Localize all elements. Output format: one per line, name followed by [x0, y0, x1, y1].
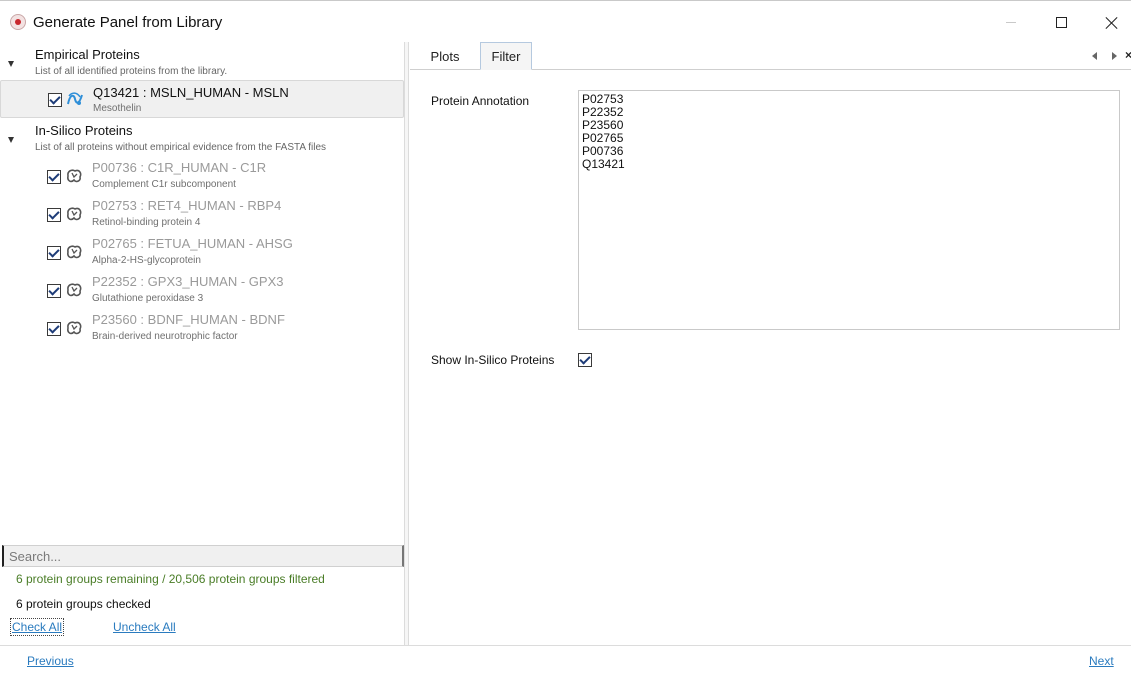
protein-item-title: P02753 : RET4_HUMAN - RBP4 — [92, 198, 282, 213]
search-input[interactable] — [2, 545, 404, 567]
protein-item-p02753[interactable]: P02753 : RET4_HUMAN - RBP4 Retinol-bindi… — [0, 196, 404, 234]
minimize-icon — [1006, 21, 1016, 23]
close-button[interactable] — [1086, 1, 1131, 43]
next-link[interactable]: Next — [1089, 654, 1114, 668]
minimize-button[interactable] — [986, 1, 1036, 43]
protein-item-p02765[interactable]: P02765 : FETUA_HUMAN - AHSG Alpha-2-HS-g… — [0, 234, 404, 272]
annotation-line: P22352 — [582, 105, 624, 119]
protein-checkbox[interactable] — [47, 208, 61, 222]
annotation-line: Q13421 — [582, 157, 625, 171]
collapse-triangle-icon[interactable] — [8, 61, 14, 67]
tab-close-icon[interactable]: × — [1125, 48, 1131, 62]
checked-status: 6 protein groups checked — [16, 597, 151, 611]
panel-splitter[interactable] — [405, 42, 409, 645]
check-all-link[interactable]: Check All — [9, 618, 65, 636]
empirical-group-subtitle: List of all identified proteins from the… — [35, 66, 228, 77]
insilico-group-subtitle: List of all proteins without empirical e… — [35, 142, 327, 153]
protein-checkbox[interactable] — [47, 170, 61, 184]
insilico-group-title: In-Silico Proteins — [35, 123, 133, 138]
tab-scroll-right-icon[interactable] — [1112, 52, 1117, 60]
insilico-protein-icon — [67, 283, 82, 297]
uncheck-all-link[interactable]: Uncheck All — [113, 620, 176, 634]
protein-item-description: Complement C1r subcomponent — [92, 179, 236, 190]
protein-item-p00736[interactable]: P00736 : C1R_HUMAN - C1R Complement C1r … — [0, 158, 404, 196]
title-bar: Generate Panel from Library — [0, 0, 1131, 42]
protein-item-description: Alpha-2-HS-glycoprotein — [92, 255, 201, 266]
tab-scroll-left-icon[interactable] — [1092, 52, 1097, 60]
protein-item-description: Retinol-binding protein 4 — [92, 217, 201, 228]
show-insilico-label: Show In-Silico Proteins — [431, 353, 555, 367]
insilico-protein-icon — [67, 169, 82, 183]
protein-item-title: P23560 : BDNF_HUMAN - BDNF — [92, 312, 285, 327]
annotation-line: P23560 — [582, 118, 624, 132]
protein-item-p22352[interactable]: P22352 : GPX3_HUMAN - GPX3 Glutathione p… — [0, 272, 404, 310]
annotation-line: P00736 — [582, 144, 624, 158]
details-panel: Plots Filter × Protein Annotation P02753… — [410, 42, 1131, 645]
protein-list-panel: Empirical Proteins List of all identifie… — [0, 42, 405, 645]
collapse-triangle-icon[interactable] — [8, 137, 14, 143]
protein-item-p23560[interactable]: P23560 : BDNF_HUMAN - BDNF Brain-derived… — [0, 310, 404, 348]
insilico-protein-icon — [67, 207, 82, 221]
empirical-group-title: Empirical Proteins — [35, 47, 140, 62]
maximize-button[interactable] — [1036, 1, 1086, 43]
protein-annotation-input[interactable]: P02753 P22352 P23560 P02765 P00736 Q1342… — [578, 90, 1120, 330]
insilico-protein-icon — [67, 321, 82, 335]
app-icon — [10, 14, 26, 30]
annotation-line: P02753 — [582, 92, 624, 106]
protein-item-description: Brain-derived neurotrophic factor — [92, 331, 238, 342]
protein-item-title: P00736 : C1R_HUMAN - C1R — [92, 160, 267, 175]
protein-item-title: Q13421 : MSLN_HUMAN - MSLN — [93, 85, 289, 100]
protein-checkbox[interactable] — [48, 93, 62, 107]
protein-item-title: P22352 : GPX3_HUMAN - GPX3 — [92, 274, 284, 289]
show-insilico-checkbox[interactable] — [578, 353, 592, 367]
window-title: Generate Panel from Library — [33, 14, 223, 31]
protein-annotation-label: Protein Annotation — [431, 94, 530, 108]
protein-checkbox[interactable] — [47, 284, 61, 298]
protein-item-description: Glutathione peroxidase 3 — [92, 293, 204, 304]
tab-strip: Plots Filter × — [410, 42, 1131, 70]
insilico-protein-icon — [67, 245, 82, 259]
protein-checkbox[interactable] — [47, 246, 61, 260]
tab-filter[interactable]: Filter — [480, 42, 532, 70]
protein-checkbox[interactable] — [47, 322, 61, 336]
remaining-status: 6 protein groups remaining / 20,506 prot… — [16, 572, 325, 586]
previous-link[interactable]: Previous — [27, 654, 74, 668]
wizard-footer: Previous Next — [0, 645, 1131, 681]
close-icon — [1105, 16, 1118, 29]
protein-item-title: P02765 : FETUA_HUMAN - AHSG — [92, 236, 293, 251]
annotation-line: P02765 — [582, 131, 624, 145]
protein-item-description: Mesothelin — [93, 103, 142, 114]
empirical-protein-icon — [67, 92, 83, 105]
maximize-icon — [1055, 16, 1067, 28]
protein-item-q13421[interactable]: Q13421 : MSLN_HUMAN - MSLN Mesothelin — [0, 80, 404, 118]
tab-plots[interactable]: Plots — [416, 42, 474, 70]
